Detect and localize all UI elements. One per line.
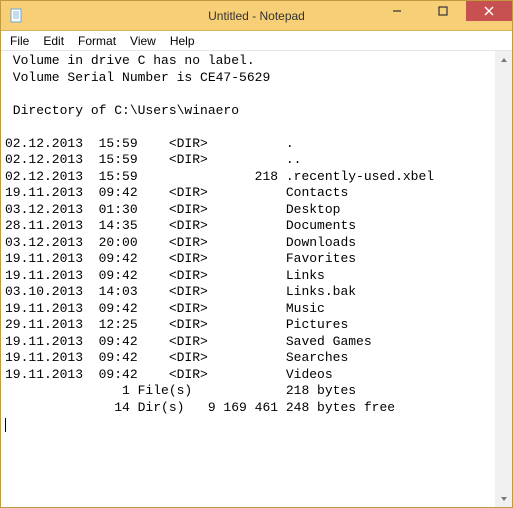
- notepad-window: Untitled - Notepad File Edit Format View…: [0, 0, 513, 508]
- menu-view[interactable]: View: [123, 33, 163, 49]
- notepad-icon: [9, 8, 25, 24]
- scroll-track[interactable]: [495, 68, 512, 490]
- maximize-button[interactable]: [420, 1, 466, 21]
- title-bar[interactable]: Untitled - Notepad: [1, 1, 512, 31]
- menu-edit[interactable]: Edit: [36, 33, 71, 49]
- vertical-scrollbar[interactable]: [495, 51, 512, 507]
- minimize-button[interactable]: [374, 1, 420, 21]
- menu-bar: File Edit Format View Help: [1, 31, 512, 51]
- close-button[interactable]: [466, 1, 512, 21]
- window-controls: [374, 1, 512, 30]
- scroll-up-icon[interactable]: [495, 51, 512, 68]
- text-editor[interactable]: Volume in drive C has no label. Volume S…: [1, 51, 495, 507]
- text-cursor: [5, 418, 6, 432]
- content-area: Volume in drive C has no label. Volume S…: [1, 51, 512, 507]
- menu-format[interactable]: Format: [71, 33, 123, 49]
- menu-file[interactable]: File: [3, 33, 36, 49]
- menu-help[interactable]: Help: [163, 33, 202, 49]
- scroll-down-icon[interactable]: [495, 490, 512, 507]
